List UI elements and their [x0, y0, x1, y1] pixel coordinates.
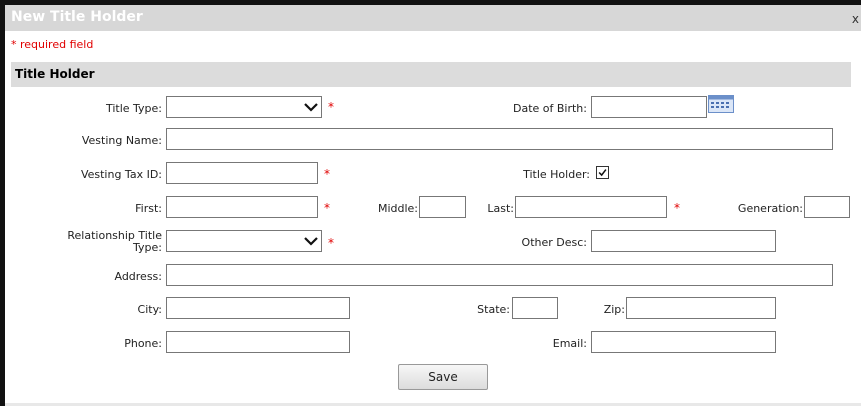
- generation-input[interactable]: [804, 196, 850, 218]
- other-desc-label: Other Desc:: [521, 236, 587, 249]
- required-marker: *: [324, 167, 330, 181]
- vesting-tax-id-label: Vesting Tax ID:: [80, 168, 162, 181]
- vesting-name-input[interactable]: [166, 128, 833, 150]
- required-marker: *: [328, 100, 334, 114]
- vesting-name-label: Vesting Name:: [81, 134, 162, 147]
- state-label: State:: [477, 303, 510, 316]
- first-name-label: First:: [135, 202, 162, 215]
- relationship-title-type-select[interactable]: [166, 230, 322, 252]
- email-label: Email:: [552, 337, 587, 350]
- title-holder-label: Title Holder:: [523, 168, 590, 181]
- vesting-tax-id-input[interactable]: [166, 162, 318, 184]
- section-header: Title Holder: [11, 62, 851, 87]
- required-marker: *: [328, 236, 334, 250]
- zip-input[interactable]: [626, 297, 776, 319]
- calendar-icon[interactable]: [708, 95, 734, 113]
- title-holder-checkbox[interactable]: [596, 166, 609, 179]
- required-marker: *: [324, 201, 330, 215]
- phone-label: Phone:: [124, 337, 162, 350]
- city-input[interactable]: [166, 297, 350, 319]
- required-field-note: * required field: [11, 38, 94, 51]
- other-desc-input[interactable]: [591, 230, 776, 252]
- zip-label: Zip:: [603, 303, 625, 316]
- middle-name-input[interactable]: [419, 196, 466, 218]
- date-of-birth-input[interactable]: [591, 96, 707, 118]
- relationship-title-type-label: Relationship Title Type:: [67, 229, 162, 254]
- save-button[interactable]: Save: [398, 364, 488, 390]
- dialog-title: New Title Holder: [11, 9, 143, 25]
- city-label: City:: [137, 303, 162, 316]
- dialog-titlebar: New Title Holder x: [5, 5, 861, 31]
- middle-name-label: Middle:: [377, 202, 418, 215]
- title-type-label: Title Type:: [105, 102, 162, 115]
- phone-input[interactable]: [166, 331, 350, 353]
- generation-label: Generation:: [737, 202, 803, 215]
- close-button[interactable]: x: [852, 12, 859, 26]
- section-title: Title Holder: [15, 67, 95, 81]
- state-input[interactable]: [512, 297, 558, 319]
- email-input[interactable]: [591, 331, 776, 353]
- checkmark-icon: [598, 169, 607, 177]
- chevron-down-icon: [304, 237, 318, 246]
- date-of-birth-label: Date of Birth:: [512, 102, 587, 115]
- title-type-select[interactable]: [166, 96, 322, 118]
- first-name-input[interactable]: [166, 196, 318, 218]
- address-label: Address:: [114, 270, 162, 283]
- last-name-input[interactable]: [515, 196, 667, 218]
- address-input[interactable]: [166, 264, 833, 286]
- required-marker: *: [674, 201, 680, 215]
- chevron-down-icon: [304, 103, 318, 112]
- last-name-label: Last:: [487, 202, 514, 215]
